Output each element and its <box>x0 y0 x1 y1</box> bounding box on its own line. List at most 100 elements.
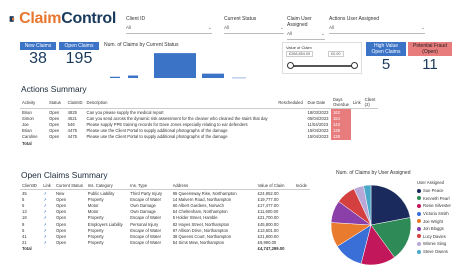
actions-summary-title: Actions Summary <box>21 84 87 94</box>
table-cell: Brian <box>22 109 32 115</box>
kpi-high-value[interactable]: High Value Open Claims 5 <box>366 42 406 74</box>
slider-track <box>290 65 354 67</box>
column-header[interactable]: ClientID <box>20 182 42 190</box>
column-header[interactable]: Link <box>350 96 363 109</box>
legend-label: Steve Owens <box>423 249 448 255</box>
total-row: Total <box>20 140 378 146</box>
value-of-claim-slicer[interactable]: Value of Claim £268,854.00 £0.00 <box>282 42 362 74</box>
slider-title: Value of Claim <box>286 45 312 50</box>
user-assigned-chart: Num. of Claims by User Assigned User Ass… <box>326 170 466 270</box>
legend-label: Lucy Davies <box>423 233 446 239</box>
status-bar[interactable] <box>128 75 138 78</box>
column-header[interactable]: Ins. Category <box>85 182 129 190</box>
table-cell: Can you send across the dynamic risk ass… <box>86 115 268 121</box>
status-bar[interactable] <box>154 53 196 78</box>
column-header[interactable]: Status <box>47 96 66 109</box>
status-bar[interactable] <box>110 76 120 78</box>
legend-dot-icon <box>417 226 421 231</box>
status-chart: Num. of Claims by Current Status <box>102 42 278 80</box>
column-header[interactable]: Address <box>170 182 256 190</box>
table-cell: 15/04/2023 <box>307 134 329 140</box>
table-cell: 4475 <box>67 134 77 140</box>
slider-min-box[interactable]: £268,854.00 <box>286 51 314 57</box>
legend-dot-icon <box>417 234 421 239</box>
legend-item[interactable]: Rosie Silvester <box>417 202 465 210</box>
table-cell: 11/04/2023 <box>307 121 329 127</box>
slider-max-box[interactable]: £0.00 <box>328 51 344 57</box>
table-cell: Open <box>49 109 60 115</box>
legend-dot-icon <box>417 203 421 208</box>
table-cell: Third Party Injury <box>130 190 163 196</box>
column-header[interactable]: Client (2) <box>362 96 378 109</box>
legend-item[interactable]: Winnie Siing <box>417 240 465 248</box>
table-cell <box>363 109 378 116</box>
table-cell: Employers Liability <box>87 221 123 227</box>
claim-logo-icon <box>9 16 15 22</box>
total-label: Total <box>22 140 32 146</box>
kpi-new-claims[interactable]: New Claims 38 <box>20 42 56 74</box>
table-row[interactable]: Simon Open 4521 Can you send across the dyn… <box>20 115 378 122</box>
kpi-value: 38 <box>29 50 47 67</box>
table-row[interactable]: Brian Open 4825 Can you please supply the m… <box>20 108 378 116</box>
table-cell: 05/04/2023 <box>307 115 329 121</box>
legend-item[interactable]: Jon Bloggs <box>417 225 465 233</box>
column-header[interactable]: Current Status <box>53 182 86 190</box>
table-row[interactable]: Caroline Open 4475 Please use the Client Po… <box>20 133 378 140</box>
filter-value: All <box>329 25 335 30</box>
column-header[interactable]: Days Overdue <box>330 96 351 109</box>
total-label: Total <box>22 246 32 252</box>
filter-value: All <box>287 31 293 36</box>
table-row[interactable]: 45 ↗ New Public Liability Third Party Injury… <box>20 190 310 197</box>
filter-client-id[interactable]: Client ID All ⌄ <box>126 16 212 38</box>
column-header[interactable]: Rescheduled <box>276 96 306 109</box>
filter-actions-user[interactable]: Actions User Assigned All ⌄ <box>329 16 425 38</box>
legend-label: Joe Wright <box>423 218 443 224</box>
table-row[interactable]: Joe Open 546 Please supply PPE training rec… <box>20 121 378 128</box>
legend-item[interactable]: Kenneth Pearl <box>417 195 465 203</box>
total-row: Total £4,747,299.00 <box>20 246 310 252</box>
column-header[interactable]: ClaimID <box>65 96 85 109</box>
table-cell <box>276 109 305 116</box>
filter-claim-user[interactable]: Claim User Assigned All ⌄ <box>287 16 325 40</box>
legend-label: Kenneth Pearl <box>423 195 450 201</box>
slider-handle-max[interactable] <box>351 62 358 69</box>
slider-handle-min[interactable] <box>287 62 294 69</box>
column-header[interactable]: Activity <box>20 96 48 109</box>
status-bar[interactable] <box>202 73 224 78</box>
column-header[interactable]: Due Date <box>305 96 331 109</box>
table-cell: £24,952.00 <box>257 190 279 196</box>
column-header[interactable]: Link <box>41 182 54 190</box>
table-row[interactable]: Brian Open 4475 Please use the Client Porta… <box>20 127 378 134</box>
legend-label: Rosie Silvester <box>423 203 451 209</box>
column-header[interactable]: Incide <box>293 182 310 190</box>
column-header[interactable]: Value of Claim <box>255 182 294 190</box>
table-cell: Open <box>49 134 60 140</box>
link-icon[interactable]: ↗ <box>41 190 54 197</box>
status-bar-chart <box>110 53 246 79</box>
legend-label: Sue Peace <box>423 188 444 194</box>
table-cell: Please use the Client Portal to supply a… <box>86 134 228 140</box>
table-cell: 15/04/2023 <box>307 128 329 134</box>
filter-value: All <box>126 25 132 30</box>
total-value: £4,747,299.00 <box>257 246 285 252</box>
filter-label: Client ID <box>126 16 146 22</box>
kpi-value: 195 <box>65 50 93 67</box>
status-bar[interactable] <box>232 77 246 79</box>
table-cell: Please supply PPE training records for D… <box>86 121 248 127</box>
kpi-potential-fraud[interactable]: Potential Fraud (Open) 11 <box>408 42 452 74</box>
legend-item[interactable]: Victoria Smith <box>417 210 465 218</box>
chevron-down-icon: ⌄ <box>420 25 425 31</box>
chevron-down-icon: ⌄ <box>279 25 284 31</box>
column-header[interactable]: Ins. Type <box>128 182 171 190</box>
filter-current-status[interactable]: Current Status All ⌄ <box>224 16 284 38</box>
table-cell: Can you please supply the medical report <box>86 109 164 115</box>
kpi-open-claims[interactable]: Open Claims 195 <box>59 42 99 74</box>
pie-legend: Sue Peace Kenneth Pearl Rosie Silvester Vic… <box>417 187 465 255</box>
app-logo: ClaimControl <box>8 4 116 34</box>
legend-item[interactable]: Lucy Davies <box>417 233 465 241</box>
legend-item[interactable]: Joe Wright <box>417 217 465 225</box>
legend-item[interactable]: Sue Peace <box>417 187 465 195</box>
legend-label: Victoria Smith <box>423 211 449 217</box>
legend-item[interactable]: Steve Owens <box>417 248 465 256</box>
column-header[interactable]: Description <box>84 96 277 109</box>
